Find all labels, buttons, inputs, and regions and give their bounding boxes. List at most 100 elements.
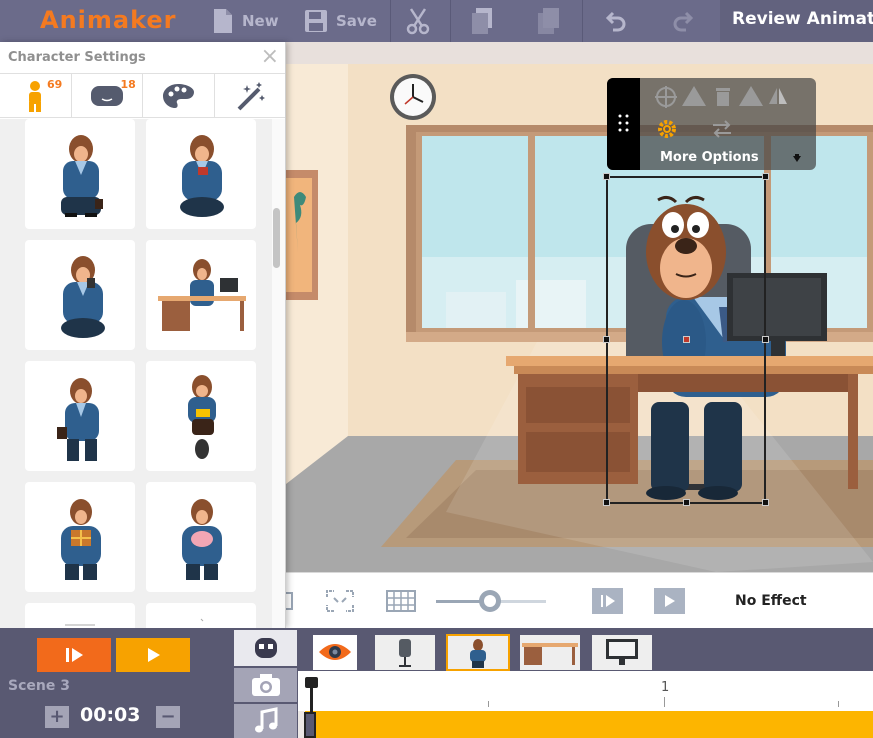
music-icon xyxy=(254,707,277,733)
character-pose-piggy-bank xyxy=(182,499,222,580)
step-play-button[interactable] xyxy=(592,588,623,614)
panel-tabs: 69 18 xyxy=(0,74,285,118)
panel-scrollbar[interactable] xyxy=(272,119,285,628)
panel-header: Character Settings × xyxy=(0,42,285,74)
redo-button[interactable] xyxy=(670,0,694,42)
pose-card[interactable] xyxy=(25,482,135,592)
play-icon xyxy=(665,595,675,607)
swap-icon[interactable] xyxy=(711,120,733,138)
layer-thumb-desk[interactable] xyxy=(520,635,580,670)
ruler-tick xyxy=(664,697,665,707)
scene-duration: 00:03 xyxy=(80,704,141,726)
visibility-toggle[interactable] xyxy=(313,635,357,670)
monitor-thumb xyxy=(606,639,638,665)
copy-button[interactable] xyxy=(470,0,496,42)
zoom-slider-knob[interactable] xyxy=(479,590,501,612)
camera-icon xyxy=(251,674,280,696)
play-scene-button[interactable] xyxy=(116,638,190,672)
undo-icon xyxy=(605,11,626,32)
resize-handle[interactable] xyxy=(683,336,690,343)
pose-card[interactable] xyxy=(146,603,256,628)
resize-handle[interactable] xyxy=(603,336,610,343)
eye-icon xyxy=(319,644,351,660)
magic-wand-icon xyxy=(237,81,265,110)
pose-card[interactable] xyxy=(25,361,135,471)
resize-handle[interactable] xyxy=(683,499,690,506)
cut-button[interactable] xyxy=(405,0,431,42)
character-pose-partial xyxy=(65,624,95,626)
gear-icon[interactable] xyxy=(657,119,677,139)
character-settings-panel: Character Settings × 69 18 xyxy=(0,42,286,628)
tab-music[interactable] xyxy=(234,704,297,738)
paste-icon xyxy=(538,8,559,34)
scene-label: Scene 3 xyxy=(8,678,70,694)
close-icon[interactable]: × xyxy=(261,45,279,69)
chair-thumb xyxy=(399,639,411,667)
effect-selector[interactable]: No Effect xyxy=(735,593,807,609)
new-button[interactable]: New xyxy=(212,0,279,42)
delete-icon[interactable] xyxy=(715,87,731,107)
paste-button[interactable] xyxy=(535,0,561,42)
play-icon xyxy=(148,648,160,662)
save-button-label: Save xyxy=(336,12,377,30)
tab-characters[interactable]: 69 xyxy=(0,74,72,117)
fit-icon[interactable] xyxy=(286,592,294,610)
character-thumb xyxy=(470,639,486,668)
playhead-grip[interactable] xyxy=(304,712,316,738)
toolbar-divider xyxy=(582,0,583,42)
character-pose-scooter xyxy=(188,375,216,459)
timeline-track[interactable] xyxy=(305,711,873,738)
play-preview-button[interactable] xyxy=(654,588,685,614)
palette-icon xyxy=(163,83,195,108)
timeline-ruler[interactable] xyxy=(298,671,873,711)
ruler-label: 1 xyxy=(661,680,670,695)
pose-card[interactable] xyxy=(25,119,135,229)
playhead-handle[interactable] xyxy=(305,677,318,688)
fullscreen-icon[interactable] xyxy=(326,590,354,612)
tab-colors[interactable] xyxy=(143,74,215,117)
drag-handle[interactable] xyxy=(607,78,640,170)
ruler-tick xyxy=(488,701,489,707)
pose-card[interactable] xyxy=(25,603,135,628)
layer-thumb-monitor[interactable] xyxy=(592,635,652,670)
pose-card[interactable] xyxy=(146,482,256,592)
layer-thumb-chair[interactable] xyxy=(375,635,435,670)
step-play-icon xyxy=(601,595,615,607)
redo-icon xyxy=(673,11,694,32)
toolbar-divider xyxy=(390,0,391,42)
resize-handle[interactable] xyxy=(603,173,610,180)
pose-card[interactable] xyxy=(146,361,256,471)
tab-character-layers[interactable] xyxy=(234,630,297,666)
grid-icon[interactable] xyxy=(386,590,416,612)
tab-props[interactable]: 18 xyxy=(72,74,143,117)
character-pose-partial xyxy=(200,618,204,622)
resize-handle[interactable] xyxy=(762,499,769,506)
flip-icon[interactable] xyxy=(767,86,789,106)
toolbar-divider xyxy=(450,0,451,42)
undo-button[interactable] xyxy=(605,0,629,42)
layer-thumb-character[interactable] xyxy=(446,634,510,671)
characters-count-badge: 69 xyxy=(47,78,63,91)
increase-duration-button[interactable]: + xyxy=(45,706,69,728)
decrease-duration-button[interactable]: − xyxy=(156,706,180,728)
tab-effects[interactable] xyxy=(215,74,286,117)
panel-scrollbar-thumb[interactable] xyxy=(273,208,280,268)
chevron-down-icon[interactable] xyxy=(791,154,803,164)
pose-card[interactable] xyxy=(146,240,256,350)
project-title[interactable]: Review Animat xyxy=(720,0,873,42)
save-icon xyxy=(305,10,327,32)
pose-card[interactable] xyxy=(146,119,256,229)
character-pose-grid xyxy=(0,119,272,628)
resize-handle[interactable] xyxy=(762,173,769,180)
save-button[interactable]: Save xyxy=(304,0,377,42)
pose-card[interactable] xyxy=(25,240,135,350)
resize-handle[interactable] xyxy=(762,336,769,343)
tab-camera[interactable] xyxy=(234,668,297,702)
character-pose-reading-phone xyxy=(180,135,224,217)
more-options-label[interactable]: More Options xyxy=(660,150,759,165)
play-from-start-button[interactable] xyxy=(37,638,111,672)
resize-handle[interactable] xyxy=(603,499,610,506)
move-icon[interactable] xyxy=(654,85,678,109)
character-pose-gift xyxy=(61,499,101,580)
step-play-icon xyxy=(66,648,83,662)
